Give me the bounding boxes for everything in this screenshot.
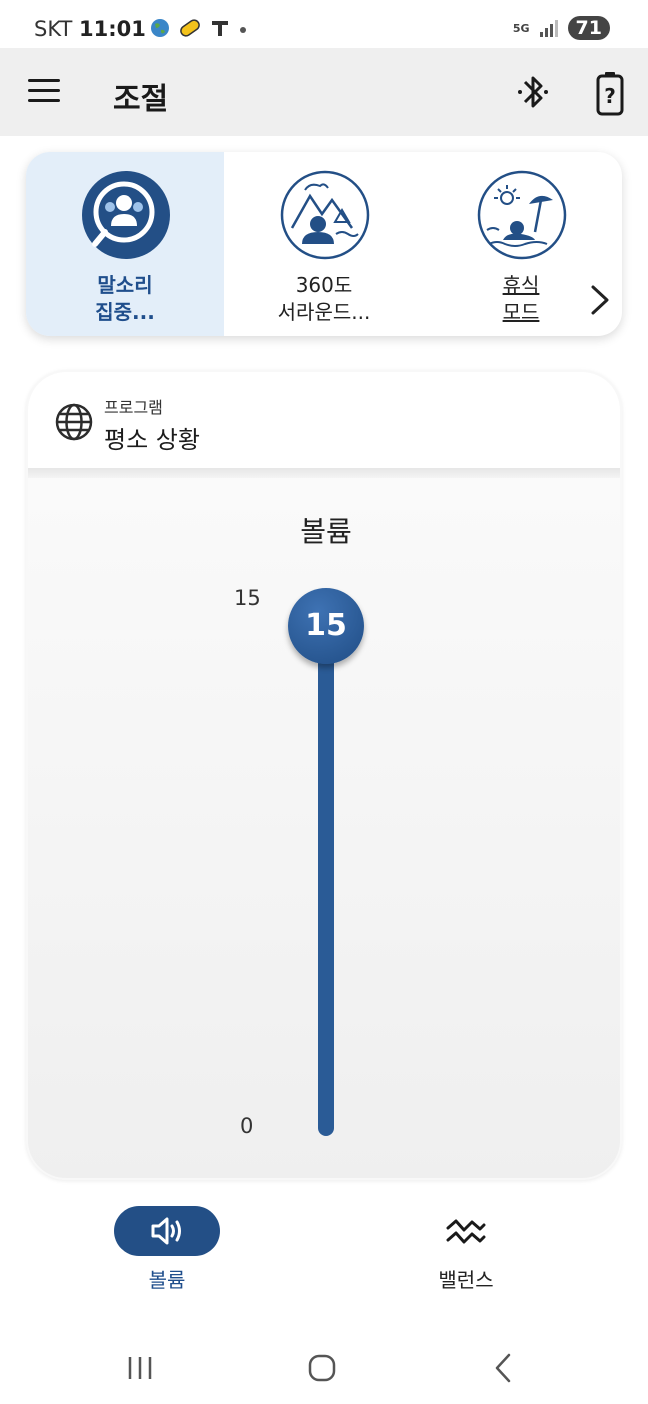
chevron-right-icon[interactable] (588, 284, 612, 316)
mode-360-surround[interactable]: 360도 서라운드... (225, 152, 423, 336)
volume-min-label: 0 (240, 1114, 254, 1138)
tab-volume-label: 볼륨 (148, 1268, 186, 1292)
mode-label-360-surround: 360도 서라운드... (277, 273, 371, 324)
tab-balance[interactable]: 밸런스 (366, 1206, 566, 1293)
svg-text:?: ? (604, 84, 616, 108)
battery-indicator: 71 (567, 16, 610, 40)
notification-icons (150, 18, 248, 38)
battery-unknown-icon: ? (596, 72, 624, 116)
volume-tab-indicator (114, 1206, 220, 1256)
tab-volume[interactable]: 볼륨 (67, 1206, 267, 1293)
hearing-aid-battery-button[interactable]: ? (593, 70, 627, 118)
beach-rest-icon (477, 170, 567, 260)
clock: 11:01 (79, 17, 146, 41)
tab-balance-label: 밸런스 (438, 1268, 494, 1292)
volume-title: 볼륨 (300, 515, 352, 548)
status-bar: SKT 11:01 5G 71 (0, 0, 648, 50)
program-name: 평소 상황 (104, 426, 200, 454)
pill-notification-icon (180, 19, 200, 37)
program-divider (28, 468, 620, 478)
app-bar: 조절 ? (0, 48, 648, 136)
t-logo-notification-icon (212, 21, 228, 36)
volume-max-label: 15 (234, 586, 261, 610)
dot-notification-icon (240, 27, 246, 33)
globe-notification-icon (151, 19, 169, 37)
bluetooth-button[interactable] (515, 70, 551, 114)
carrier-name: SKT (34, 17, 73, 41)
home-icon[interactable] (302, 1352, 342, 1384)
program-card: 프로그램 평소 상황 볼륨 15 0 15 (26, 370, 622, 1180)
volume-slider-thumb[interactable]: 15 (288, 588, 364, 664)
page-title: 조절 (113, 82, 169, 117)
program-label: 프로그램 (104, 398, 163, 417)
system-status-icons: 5G 71 (513, 16, 610, 40)
status-carrier-time: SKT 11:01 (34, 17, 146, 41)
bluetooth-icon (518, 76, 548, 108)
balance-wave-icon (446, 1219, 486, 1244)
mode-speech-focus[interactable]: 말소리 집중... (26, 152, 224, 336)
program-header[interactable]: 프로그램 평소 상황 (28, 372, 620, 468)
volume-slider-track[interactable] (318, 636, 334, 1136)
focus-speech-icon (82, 171, 170, 259)
balance-tab-indicator (413, 1206, 519, 1256)
globe-icon (55, 403, 93, 441)
mode-label-speech-focus: 말소리 집중... (95, 273, 155, 324)
back-icon[interactable] (484, 1352, 524, 1384)
system-nav-bar (0, 1330, 648, 1404)
mode-carousel: 말소리 집중... 360도 서라운드... 휴식 모드 (26, 152, 622, 336)
speaker-icon (151, 1217, 181, 1245)
menu-button[interactable] (28, 79, 60, 105)
network-type-icon: 5G (512, 21, 530, 35)
signal-icon (539, 20, 558, 37)
mountain-surround-icon (280, 170, 370, 260)
recent-apps-icon[interactable] (120, 1352, 160, 1384)
